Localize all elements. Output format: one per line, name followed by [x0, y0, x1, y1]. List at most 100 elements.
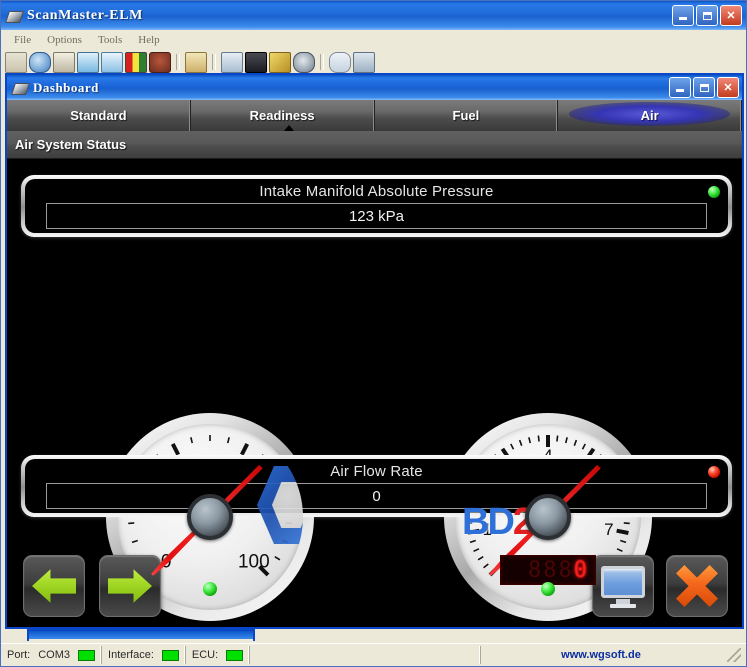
tab-position-marker-icon [284, 125, 294, 131]
menubar: File Options Tools Help [1, 30, 746, 51]
minimize-button[interactable] [672, 5, 694, 26]
save-icon[interactable] [269, 52, 291, 73]
toolbar-separator-2 [212, 54, 216, 70]
arrow-right-icon [108, 567, 152, 605]
interface-status-led-icon [162, 650, 179, 661]
dashboard-maximize-button[interactable] [693, 77, 715, 98]
toolbar [1, 51, 746, 73]
air-flow-rate-panel: Air Flow Rate 0 [21, 455, 732, 517]
scope-icon[interactable] [245, 52, 267, 73]
resize-grip-icon [727, 648, 741, 662]
monitor-icon [601, 566, 645, 606]
toolbar-separator-1 [176, 54, 180, 70]
website-link[interactable]: www.wgsoft.de [561, 649, 641, 661]
print-icon[interactable] [353, 52, 375, 73]
readiness-icon[interactable] [77, 52, 99, 73]
ecu-status-led-icon [226, 650, 243, 661]
monitor-screen [601, 566, 645, 598]
settings-icon[interactable] [329, 52, 351, 73]
maximize-icon [700, 84, 709, 92]
iat-gauge-hub [187, 494, 233, 540]
tab-standard[interactable]: Standard [7, 100, 191, 131]
dashboard-diamond-icon [12, 80, 28, 96]
tab-standard-label: Standard [70, 108, 126, 123]
display-mode-button[interactable] [592, 555, 654, 617]
application-window: ScanMaster-ELM ✕ File Options Tools Help [0, 0, 747, 667]
maf-panel-inner: Air Flow Rate 0 [25, 459, 728, 513]
status-port: Port: COM3 [1, 646, 102, 664]
live-data-icon[interactable] [101, 52, 123, 73]
tab-readiness-label: Readiness [250, 108, 315, 123]
dashboard-tabstrip: Standard Readiness Fuel Air [7, 100, 742, 131]
port-status-led-icon [78, 650, 95, 661]
dashboard-close-button[interactable]: ✕ [717, 77, 739, 98]
close-icon: ✕ [726, 9, 735, 22]
maf-value: 0 [46, 483, 707, 509]
status-ecu-label: ECU: [192, 649, 218, 661]
connect-icon[interactable] [5, 52, 27, 73]
app-title: ScanMaster-ELM [27, 8, 143, 24]
menu-item-tools[interactable]: Tools [91, 32, 129, 48]
minimize-icon [679, 17, 687, 20]
app-diamond-icon [6, 8, 22, 24]
resize-grip[interactable] [721, 646, 746, 664]
status-interface-label: Interface: [108, 649, 154, 661]
globe-icon[interactable] [29, 52, 51, 73]
dashboard-minimize-button[interactable] [669, 77, 691, 98]
background-child-titlebar [29, 631, 253, 639]
main-titlebar: ScanMaster-ELM ✕ [1, 1, 746, 30]
tab-readiness[interactable]: Readiness [191, 100, 375, 131]
maf-status-led-icon [708, 466, 720, 478]
svg-text:7: 7 [604, 520, 613, 539]
report-icon[interactable] [185, 52, 207, 73]
tab-air[interactable]: Air [558, 100, 742, 131]
close-dashboard-button[interactable] [666, 555, 728, 617]
dashboard-window-controls: ✕ [669, 77, 739, 98]
imap-panel-inner: Intake Manifold Absolute Pressure 123 kP… [25, 179, 728, 233]
dashboard-window: Dashboard ✕ Standard Readiness Fuel [5, 73, 744, 629]
arrow-left-icon [32, 567, 76, 605]
background-child-window[interactable] [27, 629, 255, 641]
tab-fuel[interactable]: Fuel [375, 100, 559, 131]
iat-status-led-icon [203, 582, 217, 596]
dashboard-button-bar [7, 547, 742, 627]
rpm-lcd-value: 0 [574, 558, 589, 583]
monitor-base [610, 604, 636, 608]
status-port-value: COM3 [38, 649, 70, 661]
imap-title: Intake Manifold Absolute Pressure [259, 181, 493, 203]
menu-item-file[interactable]: File [7, 32, 38, 48]
maximize-button[interactable] [696, 5, 718, 26]
rpm-status-led-icon [541, 582, 555, 596]
vehicle-info-icon[interactable] [53, 52, 75, 73]
status-ecu: ECU: [186, 646, 250, 664]
tab-fuel-label: Fuel [453, 108, 480, 123]
menu-item-options[interactable]: Options [40, 32, 89, 48]
dashboard-body: Intake Manifold Absolute Pressure 123 kP… [7, 159, 742, 627]
rpm-lcd-display: 8888 0 [500, 555, 596, 585]
status-website[interactable]: www.wgsoft.de [481, 646, 721, 664]
maf-title: Air Flow Rate [330, 461, 423, 483]
freeze-frame-icon[interactable] [125, 52, 147, 73]
rpm-gauge-hub [525, 494, 571, 540]
gauge-icon[interactable] [293, 52, 315, 73]
minimize-icon [676, 89, 684, 92]
mdi-client-area: Dashboard ✕ Standard Readiness Fuel [1, 73, 746, 643]
close-button[interactable]: ✕ [720, 5, 742, 26]
tab-air-label: Air [641, 108, 659, 123]
close-x-icon [676, 565, 718, 607]
status-interface: Interface: [102, 646, 186, 664]
dashboard-titlebar: Dashboard ✕ [7, 75, 742, 100]
imap-status-led-icon [708, 186, 720, 198]
menu-item-help[interactable]: Help [131, 32, 166, 48]
dtc-icon[interactable] [149, 52, 171, 73]
toolbar-separator-3 [320, 54, 324, 70]
imap-value: 123 kPa [46, 203, 707, 229]
intake-manifold-absolute-pressure-panel: Intake Manifold Absolute Pressure 123 kP… [21, 175, 732, 237]
dashboard-title: Dashboard [33, 80, 99, 96]
statusbar: Port: COM3 Interface: ECU: www.wgsoft.de [1, 643, 746, 666]
status-port-label: Port: [7, 649, 30, 661]
previous-page-button[interactable] [23, 555, 85, 617]
dashboard-icon[interactable] [221, 52, 243, 73]
section-header: Air System Status [7, 131, 742, 159]
next-page-button[interactable] [99, 555, 161, 617]
